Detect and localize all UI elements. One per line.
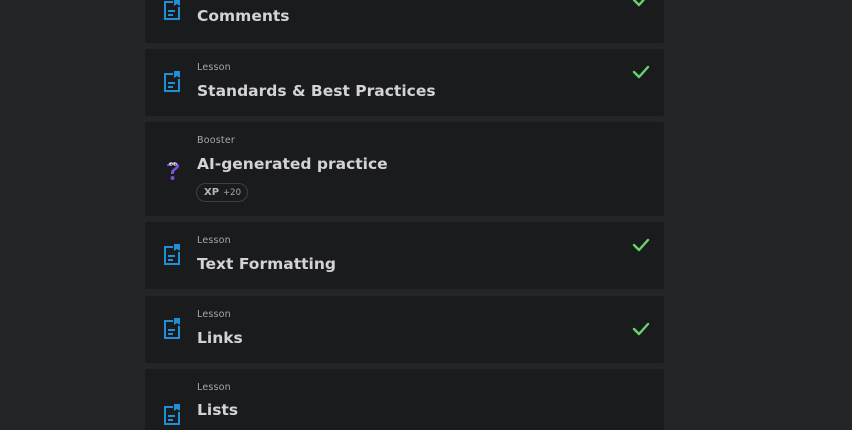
- list-item-ai-generated-practice[interactable]: Booster AI-generated practice XP +20: [145, 122, 664, 216]
- check-icon: [632, 64, 650, 79]
- lesson-document-icon: [162, 70, 182, 94]
- xp-reward-badge: XP +20: [196, 183, 248, 202]
- item-kind-label: Lesson: [197, 382, 231, 393]
- list-item-text-formatting[interactable]: Lesson Text Formatting: [145, 222, 664, 289]
- list-item-links[interactable]: Lesson Links: [145, 296, 664, 363]
- check-icon: [632, 0, 650, 7]
- item-kind-label: Lesson: [197, 62, 231, 73]
- item-title: Text Formatting: [197, 255, 336, 273]
- item-title: Comments: [197, 7, 290, 25]
- check-icon: [632, 237, 650, 252]
- list-item-standards-best-practices[interactable]: Lesson Standards & Best Practices: [145, 49, 664, 116]
- item-title: Links: [197, 329, 243, 347]
- xp-label: XP: [204, 187, 220, 198]
- item-title: Standards & Best Practices: [197, 82, 436, 100]
- item-kind-label: Lesson: [197, 309, 231, 320]
- item-kind-label: Lesson: [197, 235, 231, 246]
- lesson-document-icon: [162, 403, 182, 427]
- item-kind-label: Booster: [197, 135, 235, 146]
- lesson-document-icon: [162, 0, 182, 22]
- check-icon: [632, 321, 650, 336]
- lesson-document-icon: [162, 243, 182, 267]
- question-mark-mascot-icon: [163, 158, 183, 182]
- lesson-list: Comments Lesson Standards & Best Practic…: [145, 0, 664, 430]
- lesson-document-icon: [162, 317, 182, 341]
- item-title: Lists: [197, 401, 239, 419]
- item-title: AI-generated practice: [197, 155, 388, 173]
- list-item-comments[interactable]: Comments: [145, 0, 664, 43]
- list-item-lists[interactable]: Lesson Lists: [145, 369, 664, 430]
- xp-value: +20: [223, 187, 241, 198]
